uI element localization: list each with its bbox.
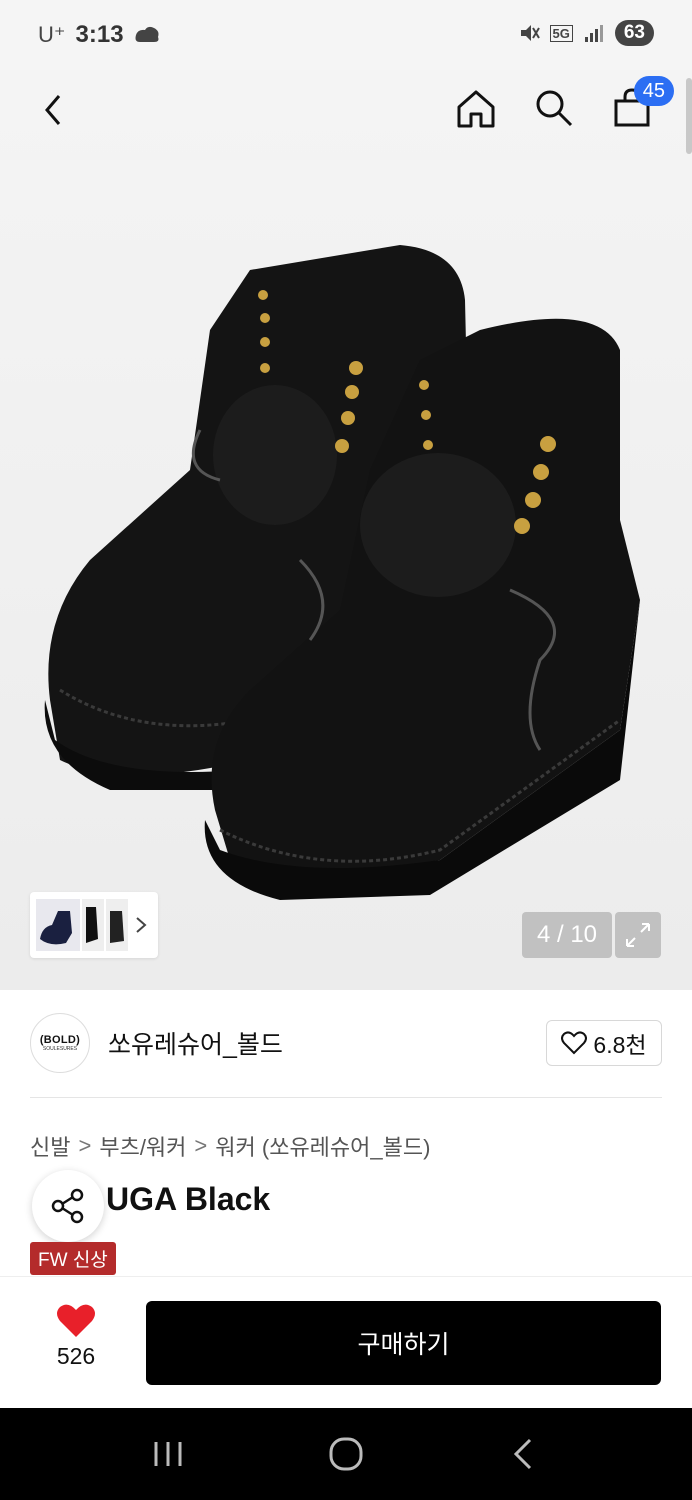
chevron-left-icon	[45, 95, 61, 125]
heart-filled-icon	[57, 1304, 95, 1337]
expand-icon	[626, 923, 650, 947]
mute-icon	[520, 25, 540, 41]
thumbnail-strip[interactable]	[30, 892, 158, 958]
search-button[interactable]	[530, 84, 578, 132]
home-circle-icon[interactable]	[326, 1434, 366, 1474]
product-boots-image	[44, 245, 641, 900]
buy-button[interactable]: 구매하기	[146, 1301, 661, 1385]
home-button[interactable]	[452, 84, 500, 132]
brand-like-count: 6.8천	[593, 1032, 647, 1058]
cloud-notification-icon	[135, 26, 159, 42]
share-button[interactable]	[32, 1170, 104, 1242]
cart-button[interactable]: 45	[608, 76, 674, 132]
brand-name[interactable]: 쏘유레슈어_볼드	[108, 1025, 283, 1061]
share-icon	[51, 1188, 84, 1224]
top-navigation: 45	[0, 70, 692, 150]
boot-thumbnails	[36, 899, 128, 951]
breadcrumb-item-boots[interactable]: 부츠/워커	[99, 1130, 186, 1162]
breadcrumb: 신발 > 부츠/워커 > 워커 (쏘유레슈어_볼드)	[30, 1130, 430, 1162]
divider	[30, 1097, 662, 1098]
carrier-label: U⁺	[38, 22, 66, 47]
signal-icon	[584, 25, 603, 42]
breadcrumb-separator: >	[78, 1133, 92, 1158]
search-icon	[536, 90, 573, 127]
recent-apps-icon[interactable]	[150, 1436, 186, 1472]
network-type-label: 5G	[549, 24, 573, 42]
clock: 3:13	[75, 21, 124, 48]
product-image-gallery[interactable]	[0, 70, 692, 990]
brand-row[interactable]: (BOLD) SOULESURES 쏘유레슈어_볼드 6.8천	[30, 1012, 662, 1074]
purchase-bar: 526 구매하기	[0, 1276, 692, 1408]
brand-like-button[interactable]: 6.8천	[546, 1020, 662, 1066]
system-back-icon[interactable]	[506, 1436, 542, 1472]
brand-logo[interactable]: (BOLD) SOULESURES	[30, 1013, 90, 1073]
breadcrumb-item-walker[interactable]: 워커 (쏘유레슈어_볼드)	[215, 1130, 430, 1162]
favorite-count: 526	[56, 1343, 96, 1369]
product-title-text: UGA Black	[106, 1181, 271, 1217]
battery-indicator: 63	[614, 20, 654, 46]
breadcrumb-separator: >	[194, 1133, 208, 1158]
brand-logo-text: (BOLD)	[39, 1034, 81, 1046]
image-counter: 4 / 10	[522, 912, 612, 958]
back-button[interactable]	[30, 86, 78, 134]
status-bar: U⁺ 3:13 5G 63	[0, 0, 692, 70]
system-navigation-bar	[0, 1408, 692, 1500]
fullscreen-button[interactable]	[615, 912, 661, 958]
heart-outline-icon	[561, 1031, 588, 1055]
favorite-button[interactable]: 526	[40, 1303, 112, 1370]
chevron-right-icon	[136, 917, 147, 933]
home-icon	[457, 90, 495, 128]
new-arrival-tag: FW 신상	[30, 1242, 116, 1275]
breadcrumb-item-shoes[interactable]: 신발	[30, 1130, 70, 1162]
brand-logo-subtext: SOULESURES	[42, 1046, 78, 1052]
cart-count-badge: 45	[633, 76, 674, 106]
